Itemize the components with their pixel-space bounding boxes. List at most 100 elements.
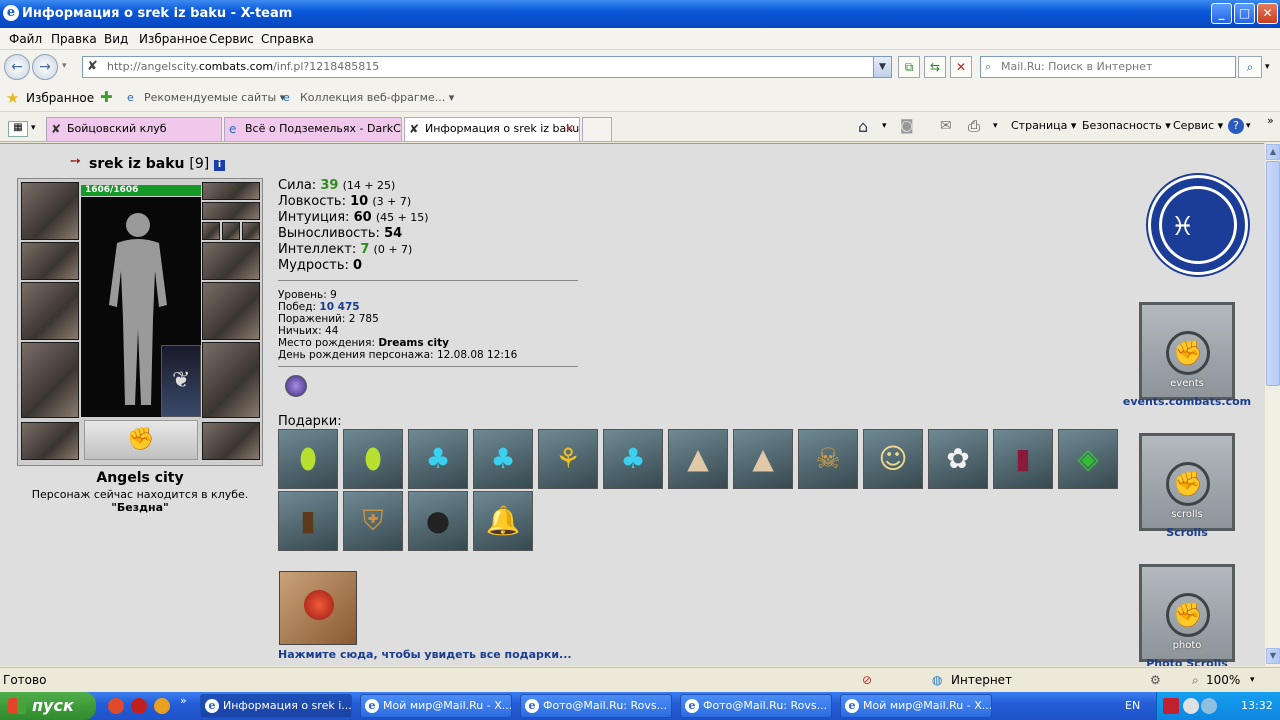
scroll-thumb[interactable] bbox=[1266, 161, 1280, 386]
menu-help[interactable]: Справка bbox=[261, 32, 314, 46]
search-options-icon[interactable]: ▾ bbox=[1265, 62, 1270, 72]
clan-badge-icon[interactable] bbox=[285, 375, 307, 397]
gift-item[interactable]: ♣ bbox=[473, 429, 533, 489]
events-link[interactable]: events.combats.com bbox=[1117, 395, 1257, 408]
tray-volume-icon[interactable] bbox=[1201, 698, 1217, 714]
helmet-slot[interactable] bbox=[21, 182, 79, 240]
tab-dungeons[interactable]: e Всё о Подземельях - DarkCl... bbox=[224, 117, 402, 141]
scroll-up-icon[interactable]: ▲ bbox=[1266, 144, 1280, 160]
compat-view-icon[interactable]: ⧉ bbox=[898, 56, 920, 78]
gift-item[interactable]: ☠ bbox=[798, 429, 858, 489]
address-dropdown-icon[interactable]: ▼ bbox=[873, 57, 891, 77]
back-button[interactable]: ← bbox=[4, 54, 30, 80]
tools-menu[interactable]: Сервис ▾ bbox=[1173, 119, 1223, 132]
gift-item[interactable]: ⬮ bbox=[278, 429, 338, 489]
clock[interactable]: 13:32 bbox=[1241, 699, 1273, 712]
gift-item[interactable]: ▲ bbox=[668, 429, 728, 489]
window-title-bar[interactable]: e Информация о srek iz baku - X-team _ □… bbox=[0, 0, 1280, 28]
weapon-slot[interactable] bbox=[21, 282, 79, 340]
gift-item[interactable]: ▮ bbox=[278, 491, 338, 551]
opera-icon[interactable] bbox=[108, 698, 124, 714]
start-button[interactable]: пуск bbox=[0, 692, 96, 720]
security-menu[interactable]: Безопасность ▾ bbox=[1082, 119, 1171, 132]
pet-owl[interactable]: ❦ bbox=[161, 345, 201, 417]
scroll-down-icon[interactable]: ▼ bbox=[1266, 648, 1280, 664]
photo-banner[interactable]: ✊ photo bbox=[1139, 564, 1235, 662]
events-banner[interactable]: ✊ events bbox=[1139, 302, 1235, 400]
help-dropdown-icon[interactable]: ▾ bbox=[1246, 121, 1251, 131]
gift-item[interactable]: ▲ bbox=[733, 429, 793, 489]
new-tab-button[interactable] bbox=[582, 117, 612, 141]
home-dropdown-icon[interactable]: ▾ bbox=[882, 121, 887, 131]
menu-favorites[interactable]: Избранное bbox=[139, 32, 207, 46]
belt-slot[interactable] bbox=[21, 422, 79, 460]
show-all-gifts-link[interactable]: Нажмите сюда, чтобы увидеть все подарки.… bbox=[278, 648, 572, 661]
scrolls-link[interactable]: Scrolls bbox=[1117, 526, 1257, 539]
address-input[interactable]: ✘ http://angelscity.combats.com/inf.pl?1… bbox=[82, 56, 892, 78]
gift-item[interactable]: ◈ bbox=[1058, 429, 1118, 489]
task-my-world-1[interactable]: e Мой мир@Mail.Ru - X... bbox=[360, 694, 512, 718]
scrolls-banner[interactable]: ✊ scrolls bbox=[1139, 433, 1235, 531]
gift-item[interactable]: ● bbox=[408, 491, 468, 551]
tab-close-icon[interactable]: ✕ bbox=[565, 118, 574, 140]
gift-item[interactable]: ⬮ bbox=[343, 429, 403, 489]
search-button[interactable]: ⌕ bbox=[1238, 56, 1262, 78]
earring-slot[interactable] bbox=[202, 182, 260, 200]
bracers-slot[interactable] bbox=[21, 242, 79, 280]
gift-album-image[interactable] bbox=[279, 571, 357, 645]
menu-edit[interactable]: Правка bbox=[51, 32, 97, 46]
feeds-icon[interactable]: ◙ bbox=[900, 118, 914, 134]
quick-tabs-icon[interactable]: ▦ bbox=[8, 121, 28, 137]
shield-slot[interactable] bbox=[202, 282, 260, 340]
protected-mode-icon[interactable]: ⚙ bbox=[1150, 673, 1161, 687]
minimize-button[interactable]: _ bbox=[1211, 3, 1232, 24]
popup-blocked-icon[interactable]: ⊘ bbox=[862, 673, 872, 687]
gloves-slot[interactable] bbox=[202, 242, 260, 280]
close-button[interactable]: ✕ bbox=[1257, 3, 1278, 24]
refresh-icon[interactable]: ⇆ bbox=[924, 56, 946, 78]
boots-slot[interactable] bbox=[202, 422, 260, 460]
task-photo-2[interactable]: e Фото@Mail.Ru: Rovs... bbox=[680, 694, 832, 718]
menu-view[interactable]: Вид bbox=[104, 32, 128, 46]
task-photo-1[interactable]: e Фото@Mail.Ru: Rovs... bbox=[520, 694, 672, 718]
task-character-info[interactable]: e Информация о srek i... bbox=[200, 694, 352, 718]
tab-fight-club[interactable]: ✘ Бойцовский клуб bbox=[46, 117, 222, 141]
recommended-sites[interactable]: Рекомендуемые сайты ▾ bbox=[144, 91, 285, 104]
photo-scrolls-link[interactable]: Photo Scrolls bbox=[1117, 657, 1257, 666]
tab-list-icon[interactable]: ▾ bbox=[31, 123, 36, 133]
zoom-level[interactable]: 100% bbox=[1206, 673, 1240, 687]
help-icon[interactable]: ? bbox=[1228, 118, 1244, 134]
page-menu[interactable]: Страница ▾ bbox=[1011, 119, 1076, 132]
amulet-slot[interactable] bbox=[202, 202, 260, 220]
gift-item[interactable]: ✿ bbox=[928, 429, 988, 489]
gift-item[interactable]: ♣ bbox=[408, 429, 468, 489]
menu-file[interactable]: Файл bbox=[9, 32, 42, 46]
angels-city-logo[interactable]: ♓ bbox=[1148, 175, 1248, 275]
print-dropdown-icon[interactable]: ▾ bbox=[993, 121, 998, 131]
ring-slot-3[interactable] bbox=[242, 222, 260, 240]
gift-item[interactable]: ☺ bbox=[863, 429, 923, 489]
ring-slot-1[interactable] bbox=[202, 222, 220, 240]
mail-icon[interactable]: ✉ bbox=[940, 118, 952, 134]
gift-item[interactable]: ⛨ bbox=[343, 491, 403, 551]
maximize-button[interactable]: □ bbox=[1234, 3, 1255, 24]
tray-network-icon[interactable] bbox=[1183, 698, 1199, 714]
tab-character-info[interactable]: ✘ Информация о srek iz baku ✕ bbox=[404, 117, 580, 141]
search-input[interactable]: ⌕ Mail.Ru: Поиск в Интернет bbox=[980, 56, 1236, 78]
gift-item[interactable]: ▮ bbox=[993, 429, 1053, 489]
web-slice-gallery[interactable]: Коллекция веб-фрагме... ▾ bbox=[300, 91, 454, 104]
leggings-slot[interactable] bbox=[202, 342, 260, 418]
language-indicator[interactable]: EN bbox=[1125, 699, 1140, 712]
gift-item[interactable]: ♣ bbox=[603, 429, 663, 489]
vertical-scrollbar[interactable]: ▲ ▼ bbox=[1264, 143, 1280, 666]
history-dropdown-icon[interactable]: ▾ bbox=[62, 61, 67, 71]
zoom-dropdown-icon[interactable]: ▾ bbox=[1250, 675, 1255, 685]
armor-slot[interactable] bbox=[21, 342, 79, 418]
favorites-button[interactable]: Избранное bbox=[26, 91, 94, 105]
quicklaunch-more-icon[interactable]: » bbox=[180, 694, 187, 707]
add-favorites-icon[interactable]: ✚ bbox=[100, 88, 113, 106]
tray-app-icon[interactable] bbox=[1163, 698, 1179, 714]
ring-slot-2[interactable] bbox=[222, 222, 240, 240]
qip-icon[interactable] bbox=[131, 698, 147, 714]
forward-button[interactable]: → bbox=[32, 54, 58, 80]
